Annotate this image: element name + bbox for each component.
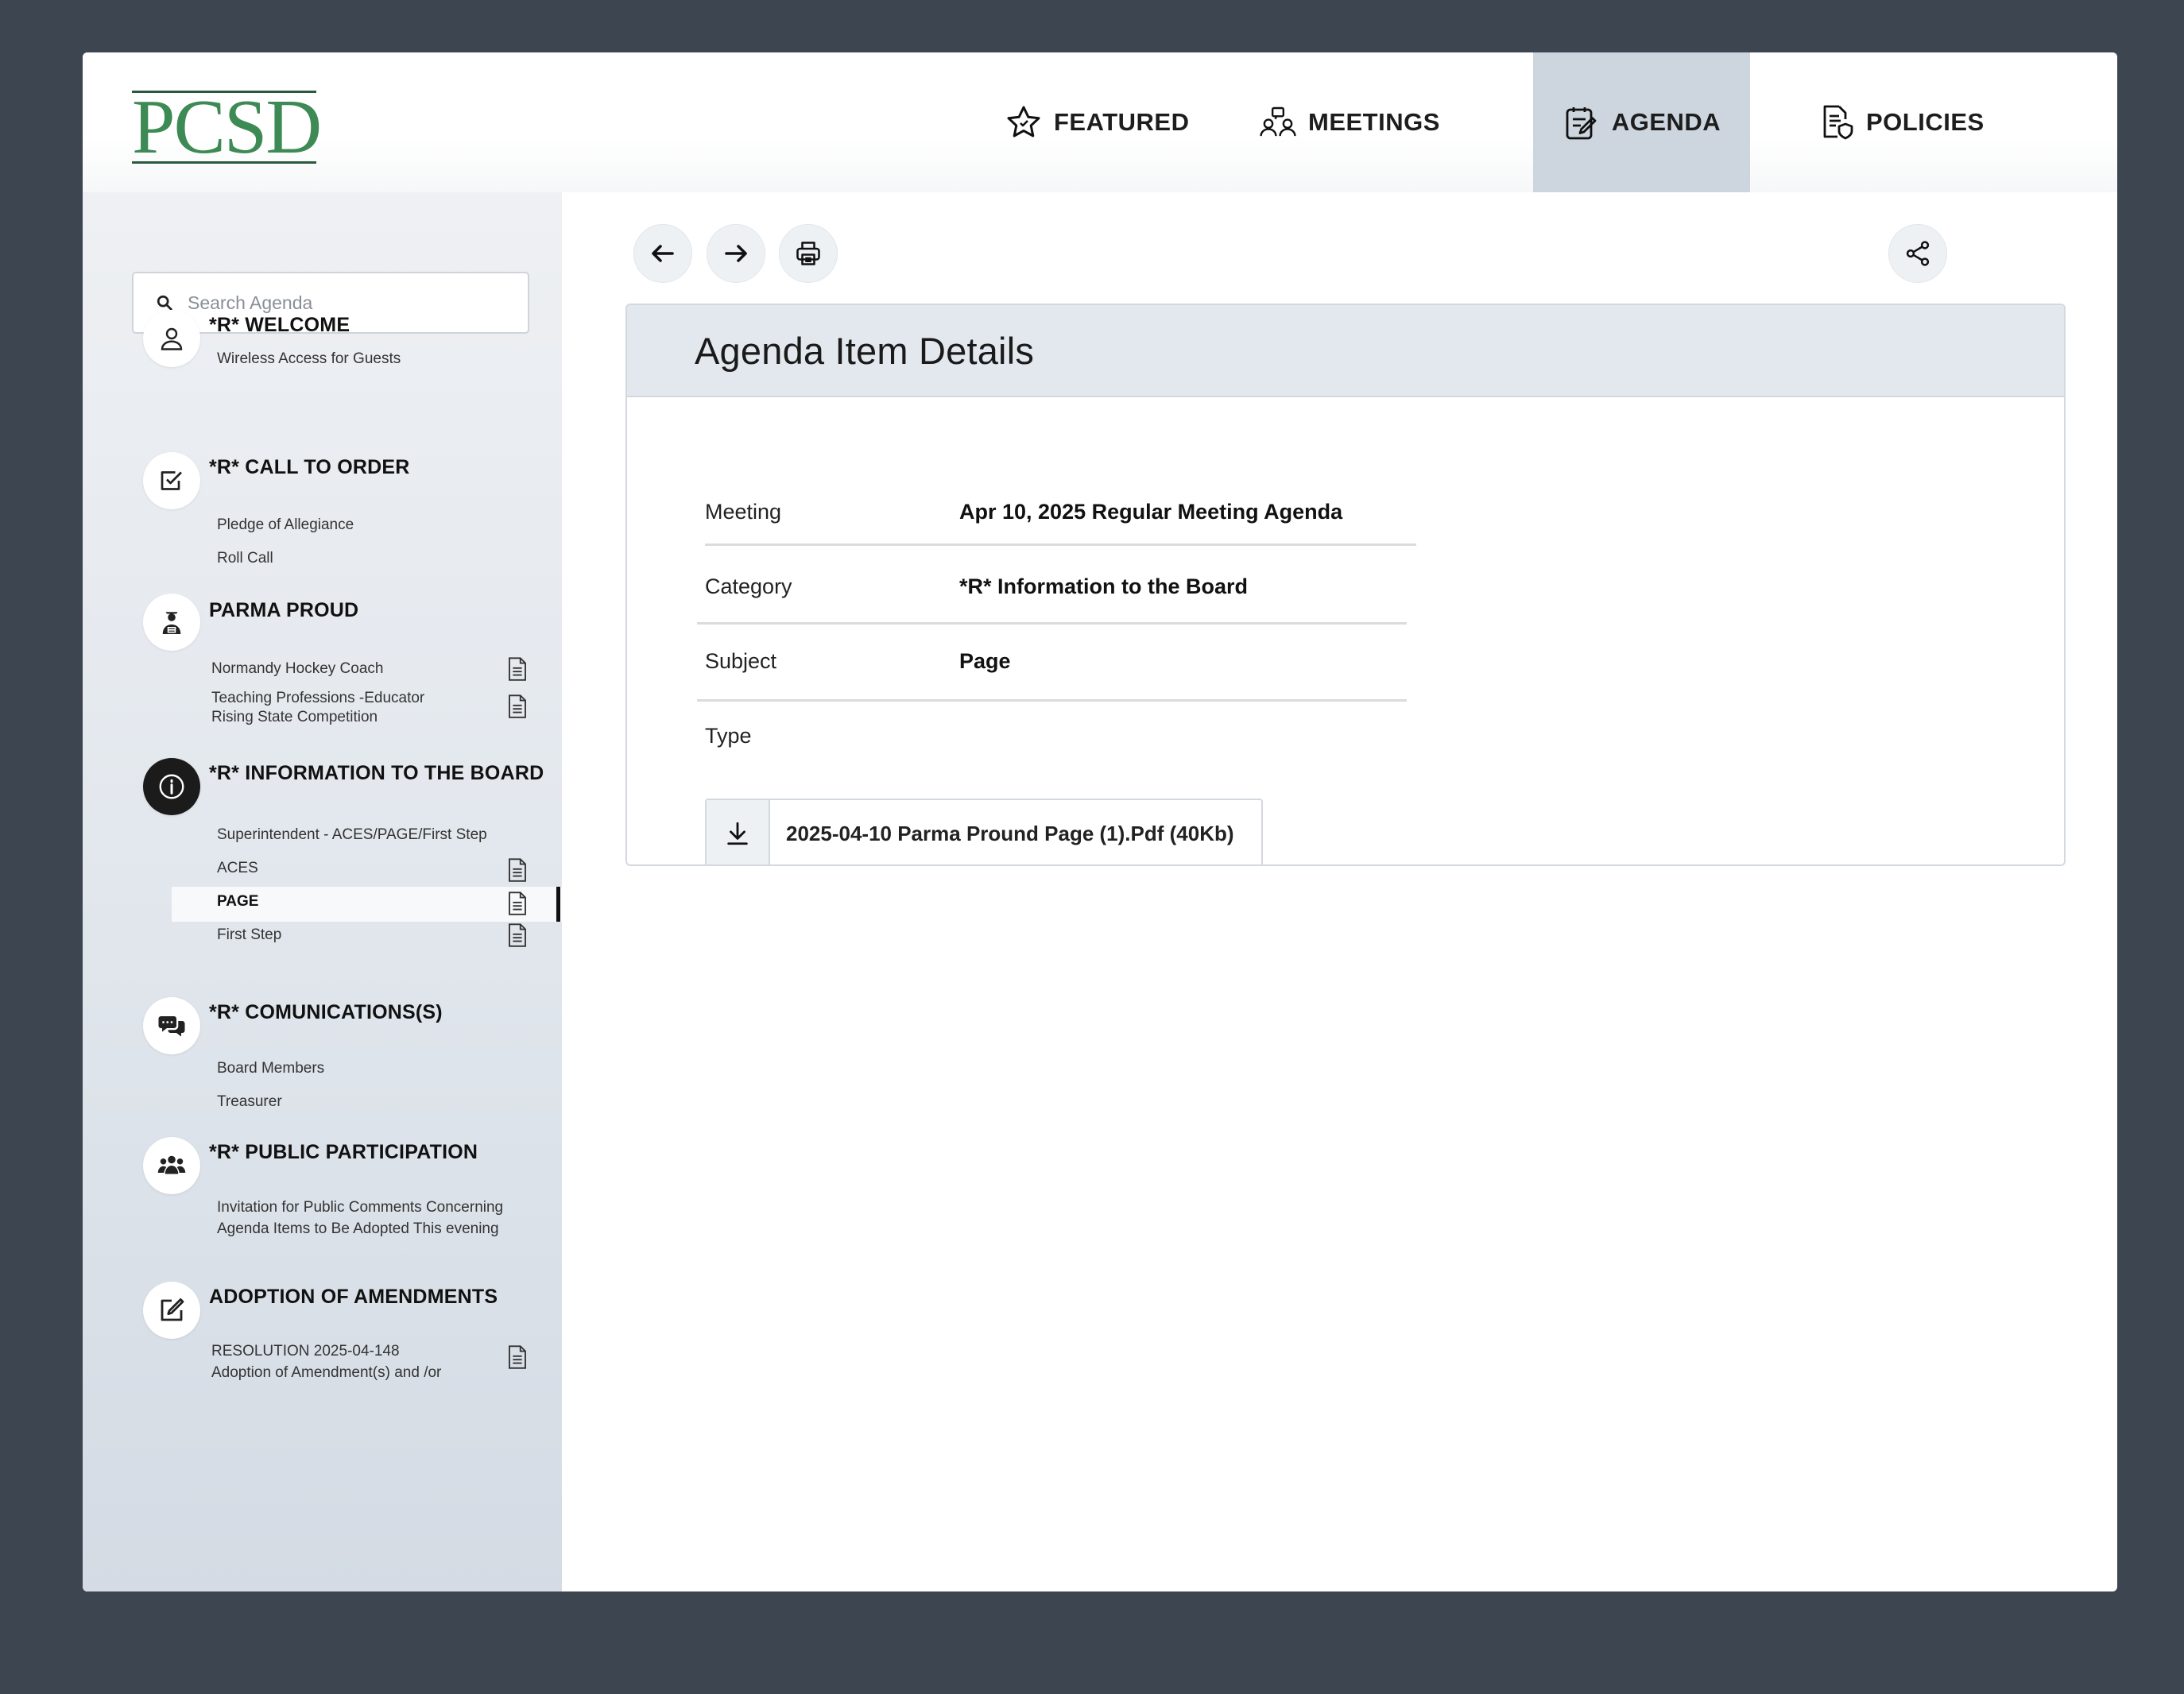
policy-document-icon — [1823, 105, 1853, 140]
section-title-call-to-order[interactable]: *R* CALL TO ORDER — [209, 456, 410, 479]
nav-meetings[interactable]: MEETINGS — [1249, 52, 1450, 192]
meeting-people-icon — [1260, 106, 1296, 137]
nav-featured-label: FEATURED — [1054, 108, 1190, 136]
agenda-item-treasurer[interactable]: Treasurer — [217, 1091, 282, 1112]
agenda-item-wireless[interactable]: Wireless Access for Guests — [217, 348, 401, 369]
nav-agenda-label: AGENDA — [1611, 108, 1721, 136]
subject-value: Page — [959, 649, 1011, 673]
nav-meetings-label: MEETINGS — [1308, 108, 1440, 136]
agenda-item-hockey-coach[interactable]: Normandy Hockey Coach — [211, 658, 383, 679]
arrow-left-icon — [652, 245, 674, 262]
search-input[interactable] — [188, 292, 505, 314]
section-title-parma-proud[interactable]: PARMA PROUD — [209, 599, 358, 622]
attachment-filename[interactable]: 2025-04-10 Parma Pround Page (1).Pdf (40… — [770, 800, 1234, 864]
section-title-communications[interactable]: *R* COMUNICATIONS(S) — [209, 1001, 443, 1024]
share-button[interactable] — [1888, 224, 1947, 283]
nav-agenda[interactable]: AGENDA — [1533, 52, 1750, 192]
arrow-right-icon — [725, 245, 747, 262]
nav-policies[interactable]: POLICIES — [1807, 52, 1994, 192]
section-title-adoption-amendments[interactable]: ADOPTION OF AMENDMENTS — [209, 1286, 498, 1309]
document-icon[interactable] — [507, 923, 528, 947]
divider — [705, 543, 1416, 546]
graduate-icon — [143, 594, 200, 651]
back-button[interactable] — [633, 224, 692, 283]
card-header: Agenda Item Details — [627, 305, 2064, 397]
active-item-indicator — [556, 887, 560, 922]
document-icon[interactable] — [507, 657, 528, 681]
agenda-item-public-comments[interactable]: Invitation for Public Comments Concernin… — [217, 1197, 503, 1240]
section-title-information-board[interactable]: *R* INFORMATION TO THE BOARD — [209, 762, 544, 785]
share-icon — [1906, 241, 1930, 266]
star-icon — [1007, 106, 1040, 137]
divider — [697, 699, 1407, 702]
agenda-clipboard-icon — [1566, 107, 1597, 140]
print-button[interactable] — [779, 224, 838, 283]
info-icon — [143, 758, 200, 815]
agenda-item-superintendent[interactable]: Superintendent - ACES/PAGE/First Step — [217, 824, 487, 845]
printer-icon — [796, 242, 820, 265]
chat-bubbles-icon — [143, 997, 200, 1054]
agenda-item-pledge[interactable]: Pledge of Allegiance — [217, 514, 354, 536]
agenda-item-page[interactable]: PAGE — [217, 891, 258, 912]
attachment-download[interactable]: 2025-04-10 Parma Pround Page (1).Pdf (40… — [705, 799, 1263, 864]
forward-button[interactable] — [707, 224, 765, 283]
search-icon — [157, 295, 172, 311]
type-label: Type — [705, 724, 752, 748]
agenda-sidebar: *R* WELCOME Wireless Access for Guests *… — [83, 192, 562, 1592]
agenda-item-first-step[interactable]: First Step — [217, 924, 281, 946]
document-icon[interactable] — [507, 858, 528, 882]
agenda-item-board-members[interactable]: Board Members — [217, 1058, 324, 1079]
category-label: Category — [705, 574, 792, 598]
nav-featured[interactable]: FEATURED — [995, 52, 1198, 192]
agenda-item-teaching-professions[interactable]: Teaching Professions -Educator Rising St… — [211, 687, 424, 728]
meeting-label: Meeting — [705, 500, 782, 524]
section-title-public-participation[interactable]: *R* PUBLIC PARTICIPATION — [209, 1141, 478, 1164]
category-value: *R* Information to the Board — [959, 574, 1248, 598]
checkbox-icon — [143, 452, 200, 509]
person-icon — [143, 310, 200, 367]
card-title: Agenda Item Details — [695, 329, 1035, 372]
download-icon[interactable] — [707, 800, 770, 864]
document-icon[interactable] — [507, 891, 528, 915]
nav-policies-label: POLICIES — [1866, 108, 1985, 136]
group-icon — [143, 1137, 200, 1194]
subject-label: Subject — [705, 649, 777, 673]
document-icon[interactable] — [507, 694, 528, 718]
divider — [697, 622, 1407, 625]
section-title-welcome[interactable]: *R* WELCOME — [209, 314, 350, 337]
edit-icon — [143, 1282, 200, 1339]
meeting-value: Apr 10, 2025 Regular Meeting Agenda — [959, 500, 1343, 524]
agenda-item-roll-call[interactable]: Roll Call — [217, 547, 273, 569]
agenda-item-aces[interactable]: ACES — [217, 857, 258, 879]
pcsd-logo[interactable]: PCSD — [132, 88, 322, 166]
agenda-item-details-card: Agenda Item Details Meeting Apr 10, 2025… — [625, 304, 2066, 866]
top-header: PCSD FEATURED MEETINGS AGENDA POLICIES — [83, 52, 2117, 192]
agenda-item-resolution[interactable]: RESOLUTION 2025-04-148 Adoption of Amend… — [211, 1340, 441, 1383]
document-icon[interactable] — [507, 1345, 528, 1369]
app-window: PCSD FEATURED MEETINGS AGENDA POLICIES *… — [83, 52, 2117, 1592]
